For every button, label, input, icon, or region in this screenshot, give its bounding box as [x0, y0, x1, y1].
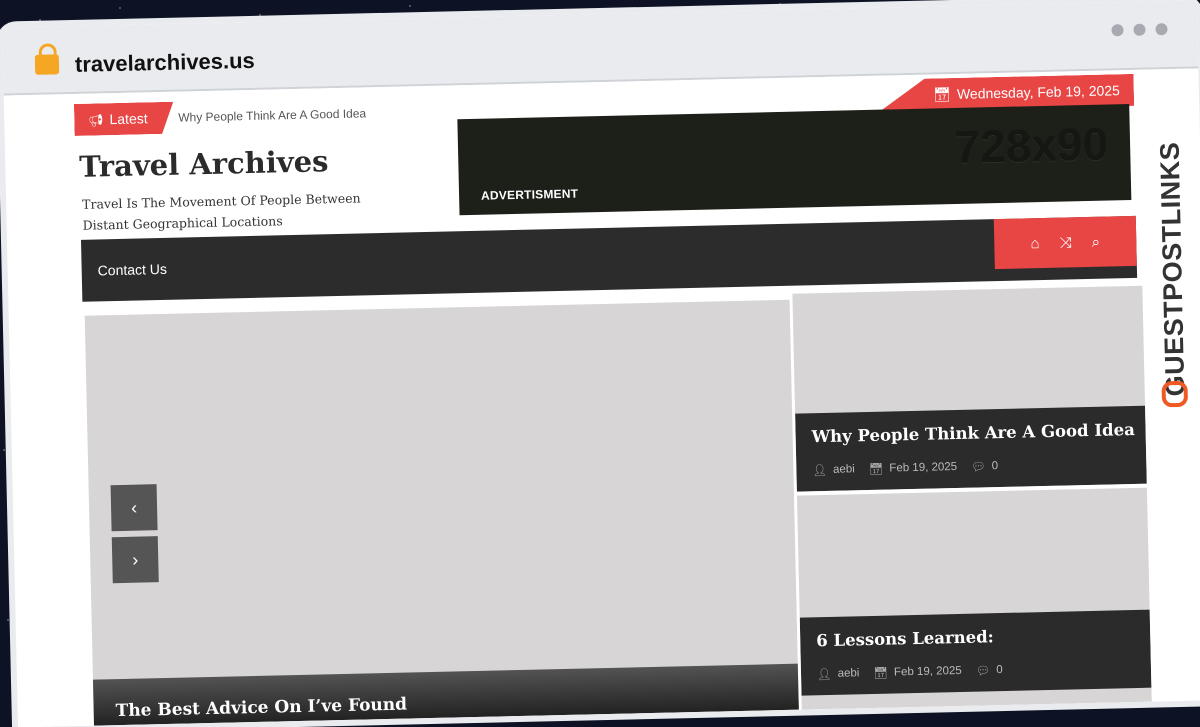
post-comments[interactable]: 0: [996, 664, 1003, 676]
post-caption: 6 Lessons Learned: 👤︎ aebi 📅︎ Feb 19, 2025…: [799, 609, 1152, 696]
post-caption: Why People Think Are A Good Idea 👤︎ aebi …: [795, 405, 1147, 492]
post-date: Feb 19, 2025: [889, 461, 958, 475]
side-post-card[interactable]: 6 Lessons Learned: 👤︎ aebi 📅︎ Feb 19, 2025…: [796, 487, 1152, 710]
latest-badge: 📢︎ Latest: [74, 102, 174, 136]
search-icon[interactable]: ⌕: [1091, 233, 1100, 250]
site-tagline: Travel Is The Movement Of People Between…: [82, 190, 361, 233]
site-title[interactable]: Travel Archives: [79, 144, 329, 184]
web-page: 📢︎ Latest Why People Think Are A Good Ide…: [11, 68, 1200, 727]
ad-label: ADVERTISMENT: [480, 186, 579, 203]
featured-slider[interactable]: ‹ › The Best Advice On I’ve Found: [84, 299, 799, 726]
calendar-icon: 📅︎: [933, 86, 952, 103]
comment-icon: 💬︎: [975, 665, 991, 678]
advertisement-banner[interactable]: 728x90 ADVERTISMENT: [457, 104, 1132, 216]
window-dot-icon[interactable]: [1111, 24, 1124, 37]
megaphone-icon: 📢︎: [88, 113, 104, 128]
ticker-link[interactable]: Why People Think Are A Good Idea: [178, 97, 367, 133]
latest-label: Latest: [109, 110, 148, 128]
window-dot-icon[interactable]: [1133, 23, 1146, 36]
nav-tools: ⌂ ⤨ ⌕: [993, 215, 1137, 270]
post-title[interactable]: Why People Think Are A Good Idea: [811, 420, 1135, 446]
address-bar[interactable]: travelarchives.us: [75, 48, 255, 78]
post-comments[interactable]: 0: [992, 460, 999, 472]
browser-window: travelarchives.us 📢︎ Latest Why People Th…: [2, 0, 1200, 727]
window-controls: [1111, 23, 1168, 37]
post-date: Feb 19, 2025: [893, 664, 962, 679]
window-dot-icon[interactable]: [1155, 23, 1168, 36]
post-title[interactable]: 6 Lessons Learned:: [816, 627, 994, 650]
user-icon: 👤︎: [816, 668, 832, 682]
post-meta: 👤︎ aebi 📅︎ Feb 19, 2025 💬︎ 0: [817, 663, 1003, 681]
slide-title[interactable]: The Best Advice On I’ve Found: [115, 695, 407, 722]
calendar-icon: 📅︎: [873, 667, 889, 680]
chain-link-icon: [1161, 380, 1189, 408]
shuffle-icon[interactable]: ⤨: [1059, 234, 1071, 251]
home-icon[interactable]: ⌂: [1030, 235, 1039, 252]
current-date: Wednesday, Feb 19, 2025: [956, 82, 1121, 102]
guestpostlinks-watermark: GUESTPOSTLINKS: [1149, 109, 1196, 430]
watermark-text: GUESTPOSTLINKS: [1154, 141, 1191, 397]
slide-caption: The Best Advice On I’ve Found: [92, 663, 799, 726]
post-author[interactable]: aebi: [838, 667, 860, 679]
nav-item-contact-us[interactable]: Contact Us: [97, 238, 168, 302]
chevron-left-icon[interactable]: ‹: [110, 484, 158, 532]
comment-icon: 💬︎: [971, 461, 986, 474]
post-author[interactable]: aebi: [833, 463, 855, 475]
post-meta: 👤︎ aebi 📅︎ Feb 19, 2025 💬︎ 0: [812, 459, 998, 477]
user-icon: 👤︎: [812, 464, 828, 478]
ad-size-label: 728x90: [954, 117, 1109, 173]
lock-icon: [34, 54, 60, 75]
calendar-icon: 📅︎: [868, 463, 884, 477]
chevron-right-icon[interactable]: ›: [111, 536, 159, 584]
side-post-card[interactable]: Why People Think Are A Good Idea 👤︎ aebi …: [792, 285, 1147, 492]
